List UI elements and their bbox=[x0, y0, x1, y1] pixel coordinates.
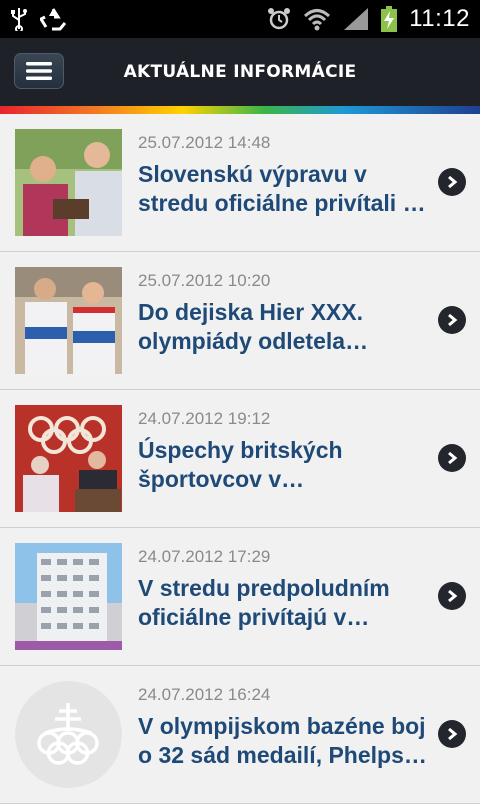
news-title: V stredu predpoludním oficiálne privítaj… bbox=[138, 575, 390, 630]
news-item[interactable]: 24.07.2012 19:12 Úspechy britských šport… bbox=[0, 390, 480, 528]
chevron-right-icon[interactable] bbox=[438, 582, 466, 610]
news-date: 24.07.2012 17:29 bbox=[138, 547, 271, 566]
news-item[interactable]: 24.07.2012 17:29 V stredu predpoludním o… bbox=[0, 528, 480, 666]
status-bar: 11:12 bbox=[0, 0, 480, 38]
news-item[interactable]: 25.07.2012 10:20 Do dejiska Hier XXX. ol… bbox=[0, 252, 480, 390]
menu-button[interactable] bbox=[14, 53, 64, 89]
news-date: 25.07.2012 10:20 bbox=[138, 271, 271, 290]
news-thumbnail bbox=[15, 543, 122, 650]
news-item[interactable]: 24.07.2012 16:24 V olympijskom bazéne bo… bbox=[0, 666, 480, 804]
news-thumbnail bbox=[15, 129, 122, 236]
news-title: Do dejiska Hier XXX. olympiády odletela … bbox=[138, 299, 363, 354]
page-title: AKTUÁLNE INFORMÁCIE bbox=[123, 62, 357, 82]
news-date: 24.07.2012 19:12 bbox=[138, 409, 271, 428]
news-title: V olympijskom bazéne boj o 32 sád medail… bbox=[138, 713, 427, 768]
news-title: Slovenskú výpravu v stredu oficiálne pri… bbox=[138, 161, 426, 216]
news-date: 24.07.2012 16:24 bbox=[138, 685, 271, 704]
chevron-right-icon[interactable] bbox=[438, 444, 466, 472]
news-list: 25.07.2012 14:48 Slovenskú výpravu v str… bbox=[0, 114, 480, 804]
alarm-icon bbox=[267, 7, 291, 31]
hamburger-icon bbox=[26, 62, 52, 80]
app-header: AKTUÁLNE INFORMÁCIE bbox=[0, 38, 480, 106]
chevron-right-icon[interactable] bbox=[438, 168, 466, 196]
chevron-right-icon[interactable] bbox=[438, 306, 466, 334]
news-thumbnail bbox=[15, 405, 122, 512]
olympic-logo-placeholder bbox=[15, 681, 122, 788]
chevron-right-icon[interactable] bbox=[438, 720, 466, 748]
usb-icon bbox=[10, 7, 28, 31]
news-item[interactable]: 25.07.2012 14:48 Slovenskú výpravu v str… bbox=[0, 114, 480, 252]
wifi-icon bbox=[303, 7, 331, 31]
signal-icon bbox=[343, 7, 369, 31]
news-title: Úspechy britských športovcov v poslednýc… bbox=[138, 437, 343, 492]
clock-time: 11:12 bbox=[409, 5, 470, 32]
news-thumbnail bbox=[15, 267, 122, 374]
battery-charging-icon bbox=[381, 6, 398, 32]
news-date: 25.07.2012 14:48 bbox=[138, 133, 271, 152]
recycle-icon bbox=[40, 7, 66, 31]
header-rainbow-stripe bbox=[0, 106, 480, 114]
